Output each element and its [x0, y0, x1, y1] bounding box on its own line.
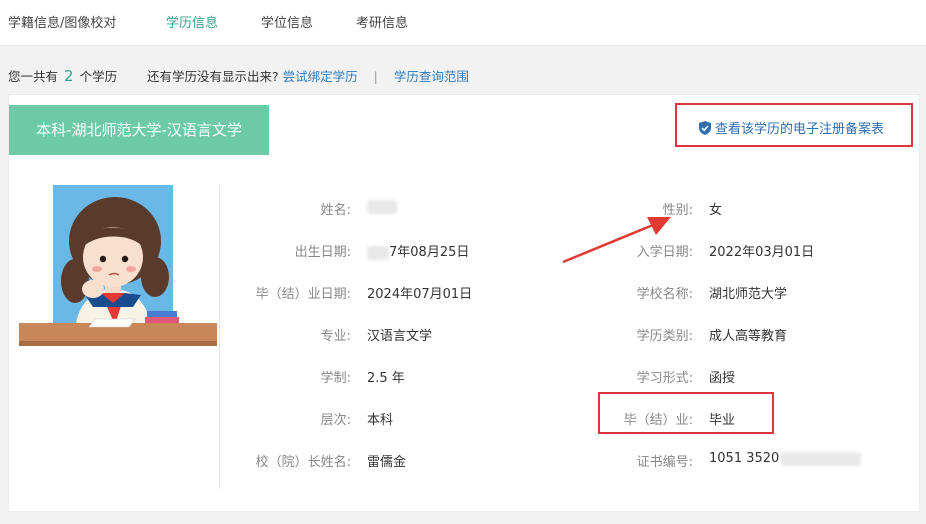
study-form-value: 函授: [709, 371, 736, 386]
gender-label: 性别:: [662, 203, 693, 218]
graduation-date-label: 毕（结）业日期:: [255, 287, 351, 302]
tab-degree[interactable]: 学位信息: [261, 12, 313, 31]
major-value: 汉语言文学: [367, 329, 433, 344]
registration-highlight-box: 查看该学历的电子注册备案表: [675, 103, 913, 147]
registration-form-link[interactable]: 查看该学历的电子注册备案表: [699, 118, 884, 137]
duration-value: 2.5 年: [367, 371, 405, 386]
school-name-label: 学校名称:: [636, 287, 693, 302]
tab-student-status[interactable]: 学籍信息/图像校对: [8, 12, 116, 31]
tab-postgraduate-exam[interactable]: 考研信息: [356, 12, 408, 31]
president-name-label: 校（院）长姓名:: [255, 455, 351, 470]
duration-label: 学制:: [320, 371, 351, 386]
link-separator: |: [373, 69, 378, 84]
certificate-number-label: 证书编号:: [636, 455, 693, 470]
certificate-number-value: 1051 3520: [709, 451, 862, 466]
name-label: 姓名:: [320, 203, 351, 218]
education-type-value: 成人高等教育: [709, 329, 788, 344]
president-name-value: 雷儒金: [367, 455, 407, 470]
summary-suffix: 个学历: [79, 69, 118, 84]
education-summary: 您一共有 2 个学历 还有学历没有显示出来? 尝试绑定学历 | 学历查询范围: [8, 66, 469, 85]
birth-date-value: 7年08月25日: [367, 241, 469, 260]
enrollment-date-label: 入学日期:: [636, 245, 693, 260]
summary-prefix: 您一共有: [8, 69, 59, 84]
school-name-value: 湖北师范大学: [709, 287, 788, 302]
enrollment-date-value: 2022年03月01日: [709, 245, 815, 260]
missing-question: 还有学历没有显示出来?: [147, 69, 279, 84]
education-card: 本科-湖北师范大学-汉语言文学 查看该学历的电子注册备案表 姓名: 出生日期: …: [8, 94, 920, 512]
desk-edge: [19, 341, 217, 346]
bind-education-link[interactable]: 尝试绑定学历: [283, 69, 358, 84]
tab-education[interactable]: 学历信息: [166, 12, 218, 31]
degree-title-banner: 本科-湖北师范大学-汉语言文学: [9, 105, 269, 155]
level-value: 本科: [367, 413, 394, 428]
top-nav: 学籍信息/图像校对 学历信息 学位信息 考研信息: [0, 0, 926, 46]
birth-date-label: 出生日期:: [294, 245, 351, 260]
graduation-status-value: 毕业: [709, 413, 736, 428]
graduation-status-label: 毕（结）业:: [623, 413, 693, 428]
level-label: 层次:: [320, 413, 351, 428]
name-redacted: [367, 199, 397, 214]
query-scope-link[interactable]: 学历查询范围: [394, 69, 469, 84]
certificate-number-redacted: [781, 451, 862, 466]
education-type-label: 学历类别:: [636, 329, 693, 344]
gender-value: 女: [709, 203, 723, 218]
major-label: 专业:: [320, 329, 351, 344]
vertical-divider: [219, 185, 220, 489]
shield-check-icon: [699, 121, 711, 135]
registration-link-label: 查看该学历的电子注册备案表: [715, 122, 885, 137]
name-value: [367, 199, 397, 214]
study-form-label: 学习形式:: [636, 371, 693, 386]
books-illustration: [88, 311, 179, 328]
birth-year-redacted: [367, 245, 389, 260]
education-count: 2: [64, 67, 74, 85]
graduation-date-value: 2024年07月01日: [367, 287, 473, 302]
